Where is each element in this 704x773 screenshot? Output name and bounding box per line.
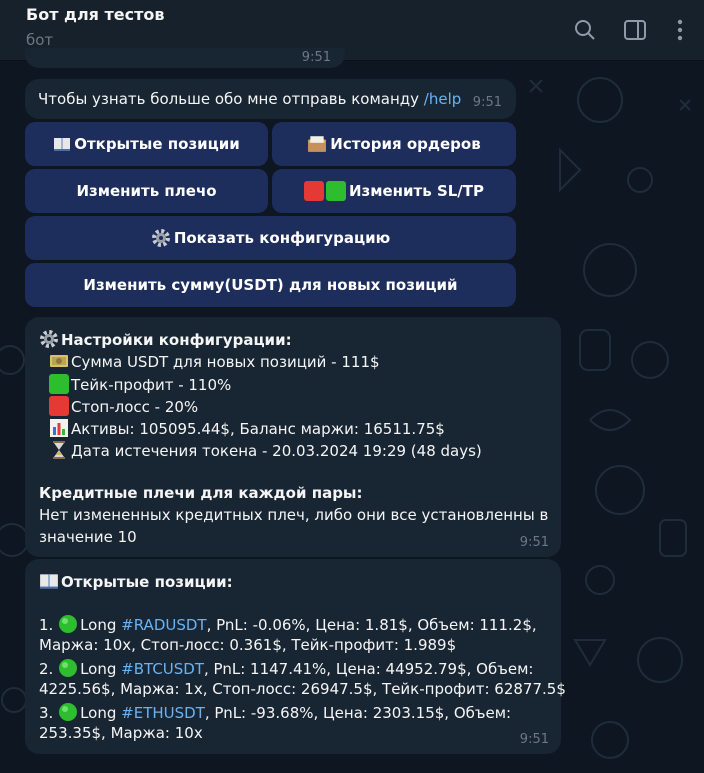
message-positions: Открытые позиции: 1. Long #RADUSDT, PnL:… bbox=[25, 559, 566, 754]
message-time: 9:51 bbox=[519, 535, 549, 550]
card-index-icon bbox=[308, 136, 327, 152]
message-text: Чтобы узнать больше обо мне отправь кома… bbox=[38, 90, 461, 108]
leverage-text-line2: значение 10 bbox=[39, 528, 137, 546]
open-book-icon bbox=[40, 574, 58, 589]
position-hashtag[interactable]: #RADUSDT bbox=[121, 616, 206, 634]
green-circle-icon bbox=[59, 703, 78, 721]
position-3-line2: 253.35$, Маржа: 10x bbox=[39, 724, 203, 742]
message-help: Чтобы узнать больше обо мне отправь кома… bbox=[25, 79, 516, 119]
order-history-button[interactable]: История ордеров bbox=[272, 122, 516, 166]
more-options-icon[interactable] bbox=[666, 16, 694, 44]
position-number: 2. bbox=[39, 660, 59, 678]
button-label: История ордеров bbox=[330, 135, 481, 153]
gear-icon bbox=[40, 330, 58, 348]
button-label: Показать конфигурацию bbox=[173, 229, 391, 247]
open-positions-button[interactable]: Открытые позиции bbox=[25, 122, 268, 166]
change-sltp-button[interactable]: Изменить SL/TP bbox=[272, 169, 516, 213]
red-square-icon bbox=[49, 396, 69, 416]
positions-title: Открытые позиции: bbox=[61, 573, 233, 591]
position-details: , PnL: 1147.41%, Цена: 44952.79$, Объем: bbox=[204, 660, 534, 678]
change-amount-button[interactable]: Изменить сумму(USDT) для новых позиций bbox=[25, 263, 516, 307]
position-3-line1: 3. Long #ETHUSDT, PnL: -93.68%, Цена: 23… bbox=[39, 702, 511, 722]
button-label: Изменить SL/TP bbox=[348, 182, 485, 200]
message-time: 9:51 bbox=[519, 732, 549, 747]
red-square-icon bbox=[303, 181, 324, 201]
config-token-expiry: Дата истечения токена - 20.03.2024 19:29… bbox=[71, 442, 482, 460]
position-side: Long bbox=[80, 660, 122, 678]
config-assets: Активы: 105095.44$, Баланс маржи: 16511.… bbox=[71, 420, 445, 438]
help-text: Чтобы узнать больше обо мне отправь кома… bbox=[38, 90, 424, 108]
config-amount: Сумма USDT для новых позиций - 111$ bbox=[71, 353, 380, 371]
position-1-line2: Маржа: 10x, Стоп-лосс: 0.361$, Тейк-проф… bbox=[39, 636, 457, 654]
config-assets-line: Активы: 105095.44$, Баланс маржи: 16511.… bbox=[49, 418, 445, 438]
message-config: Настройки конфигурации: Сумма USDT для н… bbox=[25, 317, 561, 557]
open-book-icon bbox=[54, 138, 71, 151]
help-command-link[interactable]: /help bbox=[424, 90, 461, 108]
green-square-icon bbox=[325, 181, 346, 201]
positions-title-line: Открытые позиции: bbox=[39, 571, 233, 591]
green-circle-icon bbox=[59, 615, 78, 633]
green-circle-icon bbox=[59, 659, 78, 677]
message-time: 9:51 bbox=[301, 50, 331, 65]
show-config-button[interactable]: Показать конфигурацию bbox=[25, 216, 516, 260]
config-stop-loss-line: Стоп-лосс - 20% bbox=[49, 396, 198, 416]
message-time: 9:51 bbox=[472, 95, 502, 110]
position-number: 3. bbox=[39, 704, 59, 722]
search-icon[interactable] bbox=[571, 16, 599, 44]
config-amount-line: Сумма USDT для новых позиций - 111$ bbox=[49, 351, 380, 371]
position-2-line2: 4225.56$, Маржа: 1x, Стоп-лосс: 26947.5$… bbox=[39, 680, 566, 698]
button-label: Изменить плечо bbox=[76, 182, 217, 200]
position-side: Long bbox=[80, 704, 122, 722]
position-details: , PnL: -0.06%, Цена: 1.81$, Объем: 111.2… bbox=[206, 616, 537, 634]
config-title: Настройки конфигурации: bbox=[61, 331, 292, 349]
config-take-profit-line: Тейк-профит - 110% bbox=[49, 374, 231, 394]
previous-message-partial: 9:51 bbox=[25, 48, 345, 68]
green-square-icon bbox=[49, 374, 69, 394]
bar-chart-icon bbox=[50, 419, 68, 437]
leverage-title: Кредитные плечи для каждой пары: bbox=[39, 484, 363, 502]
position-side: Long bbox=[80, 616, 122, 634]
config-token-expiry-line: Дата истечения токена - 20.03.2024 19:29… bbox=[49, 440, 482, 460]
config-take-profit: Тейк-профит - 110% bbox=[71, 376, 232, 394]
chat-subtitle: бот bbox=[26, 31, 54, 49]
position-1-line1: 1. Long #RADUSDT, PnL: -0.06%, Цена: 1.8… bbox=[39, 614, 537, 634]
config-stop-loss: Стоп-лосс - 20% bbox=[71, 398, 199, 416]
position-details: , PnL: -93.68%, Цена: 2303.15$, Объем: bbox=[204, 704, 512, 722]
position-hashtag[interactable]: #BTCUSDT bbox=[121, 660, 204, 678]
position-number: 1. bbox=[39, 616, 59, 634]
position-2-line1: 2. Long #BTCUSDT, PnL: 1147.41%, Цена: 4… bbox=[39, 658, 533, 678]
button-label: Изменить сумму(USDT) для новых позиций bbox=[83, 276, 458, 294]
config-title-line: Настройки конфигурации: bbox=[39, 329, 292, 349]
position-hashtag[interactable]: #ETHUSDT bbox=[121, 704, 205, 722]
dollar-banknote-icon bbox=[50, 355, 68, 367]
button-label: Открытые позиции bbox=[74, 135, 240, 153]
gear-icon bbox=[151, 229, 170, 247]
change-leverage-button[interactable]: Изменить плечо bbox=[25, 169, 268, 213]
hourglass-icon bbox=[53, 441, 65, 459]
sidebar-toggle-icon[interactable] bbox=[621, 16, 649, 44]
leverage-text-line1: Нет измененных кредитных плеч, либо они … bbox=[39, 506, 549, 524]
chat-title[interactable]: Бот для тестов bbox=[26, 5, 165, 24]
